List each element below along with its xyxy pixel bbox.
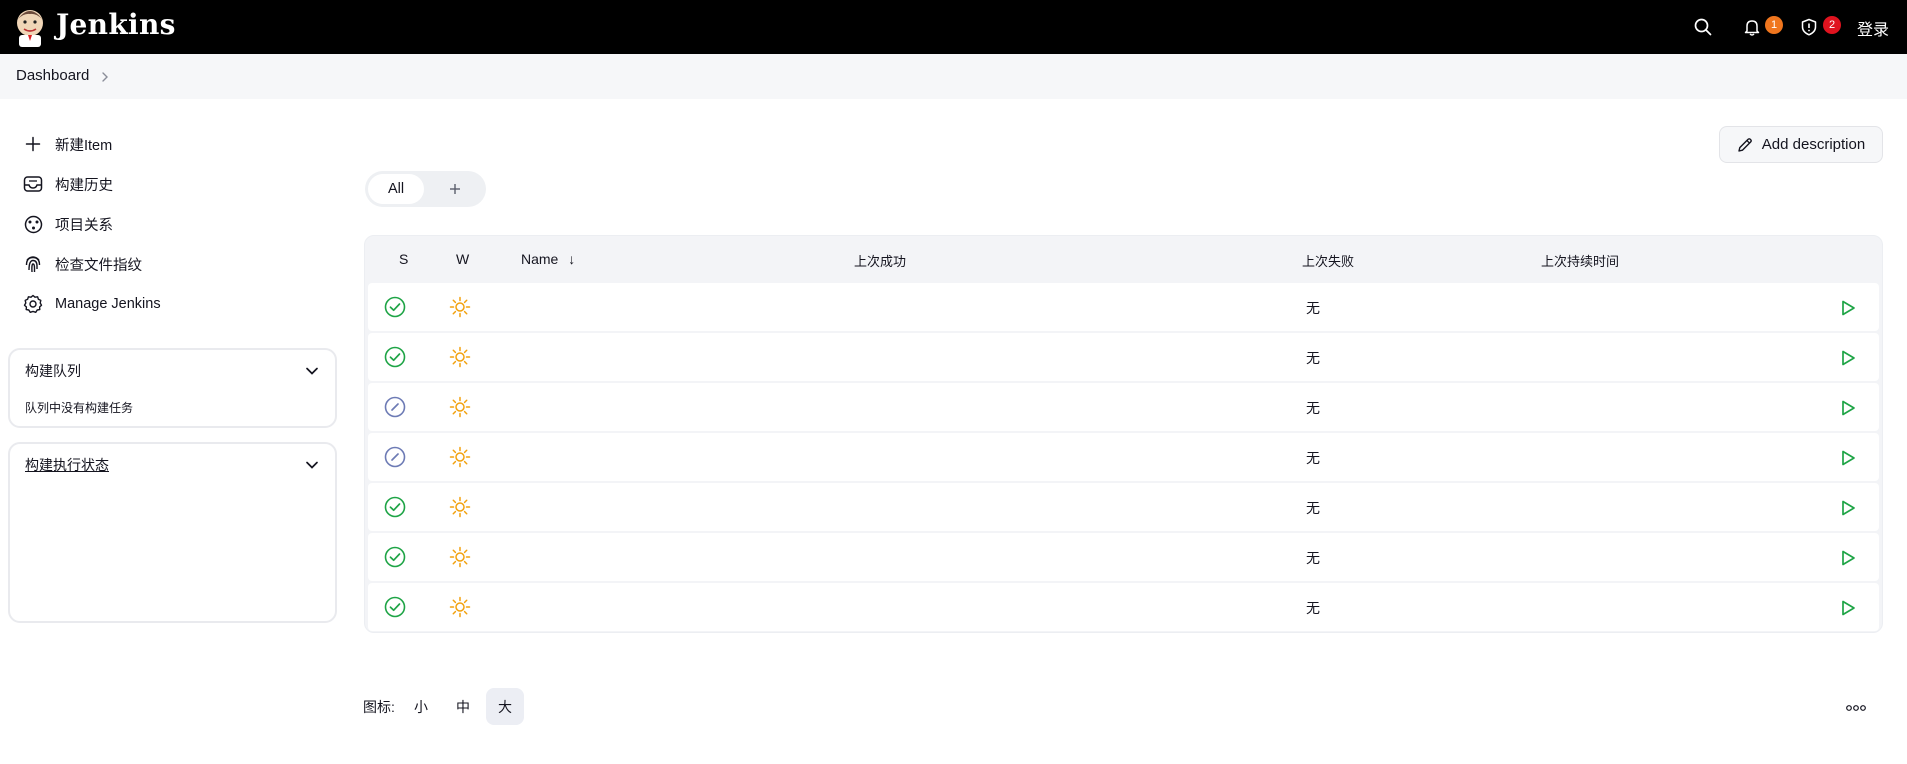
sidebar-item-project-relationship[interactable]: 项目关系 — [22, 210, 113, 238]
schedule-build-icon[interactable] — [1836, 396, 1860, 420]
column-header-last-failure[interactable]: 上次失败 — [1302, 251, 1354, 270]
table-row: 无 — [368, 433, 1879, 481]
shield-icon[interactable] — [1796, 14, 1822, 40]
search-icon[interactable] — [1690, 14, 1716, 40]
sunny-weather-icon[interactable] — [448, 595, 472, 619]
notifications-badge: 1 — [1765, 16, 1783, 34]
chevron-right-icon[interactable] — [100, 70, 110, 88]
build-queue-title[interactable]: 构建队列 — [25, 361, 81, 381]
fingerprint-icon — [22, 253, 44, 275]
breadcrumb-dashboard[interactable]: Dashboard — [16, 67, 89, 84]
add-description-label: Add description — [1761, 136, 1866, 153]
table-row: 无 — [368, 383, 1879, 431]
sidebar-item-label: Manage Jenkins — [55, 296, 161, 312]
success-status-icon[interactable] — [383, 345, 407, 369]
disabled-status-icon[interactable] — [383, 445, 407, 469]
add-description-button[interactable]: Add description — [1719, 126, 1883, 163]
sidebar-item-new-item[interactable]: 新建Item — [22, 130, 112, 158]
brand-name[interactable]: Jenkins — [56, 8, 176, 41]
sunny-weather-icon[interactable] — [448, 345, 472, 369]
schedule-build-icon[interactable] — [1836, 346, 1860, 370]
schedule-build-icon[interactable] — [1836, 296, 1860, 320]
last-failure-cell: 无 — [1306, 600, 1320, 616]
success-status-icon[interactable] — [383, 295, 407, 319]
column-header-name[interactable]: Name ↓ — [521, 251, 575, 267]
jenkins-logo[interactable] — [14, 5, 48, 49]
pencil-icon — [1737, 137, 1753, 153]
schedule-build-icon[interactable] — [1836, 546, 1860, 570]
icon-size-large-button[interactable]: 大 — [486, 688, 524, 725]
bell-icon[interactable] — [1739, 14, 1765, 40]
last-failure-cell: 无 — [1306, 550, 1320, 566]
table-row: 无 — [368, 283, 1879, 331]
sunny-weather-icon[interactable] — [448, 495, 472, 519]
more-options-icon[interactable] — [1846, 699, 1866, 717]
tab-all[interactable]: All — [368, 174, 424, 204]
column-header-last-duration[interactable]: 上次持续时间 — [1541, 251, 1619, 270]
projects-table: S W Name ↓ 上次成功 上次失败 上次持续时间 无无无无无无无 — [364, 235, 1883, 633]
sort-arrow-icon: ↓ — [568, 251, 576, 267]
view-tabs: All — [365, 171, 486, 207]
sidebar-item-label: 新建Item — [55, 137, 113, 154]
column-header-last-success[interactable]: 上次成功 — [854, 251, 906, 270]
column-header-name-label: Name — [521, 251, 559, 267]
column-header-weather[interactable]: W — [456, 251, 469, 267]
inbox-icon — [22, 173, 44, 195]
sidebar-item-build-history[interactable]: 构建历史 — [22, 170, 113, 198]
sidebar-item-label: 构建历史 — [55, 177, 113, 194]
chevron-down-icon[interactable] — [305, 363, 319, 381]
sunny-weather-icon[interactable] — [448, 295, 472, 319]
table-row: 无 — [368, 583, 1879, 631]
last-failure-cell: 无 — [1306, 350, 1320, 366]
sunny-weather-icon[interactable] — [448, 545, 472, 569]
login-link[interactable]: 登录 — [1857, 16, 1889, 40]
table-row: 无 — [368, 333, 1879, 381]
executor-status-panel: 构建执行状态 — [8, 442, 337, 623]
sidebar-item-label: 检查文件指纹 — [55, 257, 142, 274]
security-badge: 2 — [1823, 16, 1841, 34]
gear-icon — [22, 293, 44, 315]
chevron-down-icon[interactable] — [305, 457, 319, 475]
build-queue-empty-text: 队列中没有构建任务 — [25, 401, 134, 415]
icon-size-small-button[interactable]: 小 — [402, 688, 440, 725]
disabled-status-icon[interactable] — [383, 395, 407, 419]
icon-size-legend: 图标: — [363, 697, 395, 717]
success-status-icon[interactable] — [383, 495, 407, 519]
schedule-build-icon[interactable] — [1836, 496, 1860, 520]
schedule-build-icon[interactable] — [1836, 596, 1860, 620]
table-row: 无 — [368, 533, 1879, 581]
schedule-build-icon[interactable] — [1836, 446, 1860, 470]
breadcrumb: Dashboard — [0, 54, 1907, 99]
top-bar: Jenkins 1 2 登录 — [0, 0, 1907, 54]
success-status-icon[interactable] — [383, 595, 407, 619]
sunny-weather-icon[interactable] — [448, 445, 472, 469]
icon-size-medium-button[interactable]: 中 — [444, 688, 482, 725]
sunny-weather-icon[interactable] — [448, 395, 472, 419]
column-header-status[interactable]: S — [399, 251, 408, 267]
add-view-plus-icon[interactable] — [445, 179, 465, 199]
sidebar-item-fingerprint[interactable]: 检查文件指纹 — [22, 250, 142, 278]
last-failure-cell: 无 — [1306, 450, 1320, 466]
last-failure-cell: 无 — [1306, 300, 1320, 316]
sidebar-item-manage-jenkins[interactable]: Manage Jenkins — [22, 290, 161, 318]
icon-size-label: 图标: — [363, 699, 395, 715]
table-row: 无 — [368, 483, 1879, 531]
last-failure-cell: 无 — [1306, 500, 1320, 516]
sidebar-item-label: 项目关系 — [55, 217, 113, 234]
executor-status-title[interactable]: 构建执行状态 — [25, 455, 109, 475]
build-queue-panel: 构建队列 队列中没有构建任务 — [8, 348, 337, 428]
last-failure-cell: 无 — [1306, 400, 1320, 416]
plus-icon — [22, 133, 44, 155]
relationship-icon — [22, 213, 44, 235]
success-status-icon[interactable] — [383, 545, 407, 569]
